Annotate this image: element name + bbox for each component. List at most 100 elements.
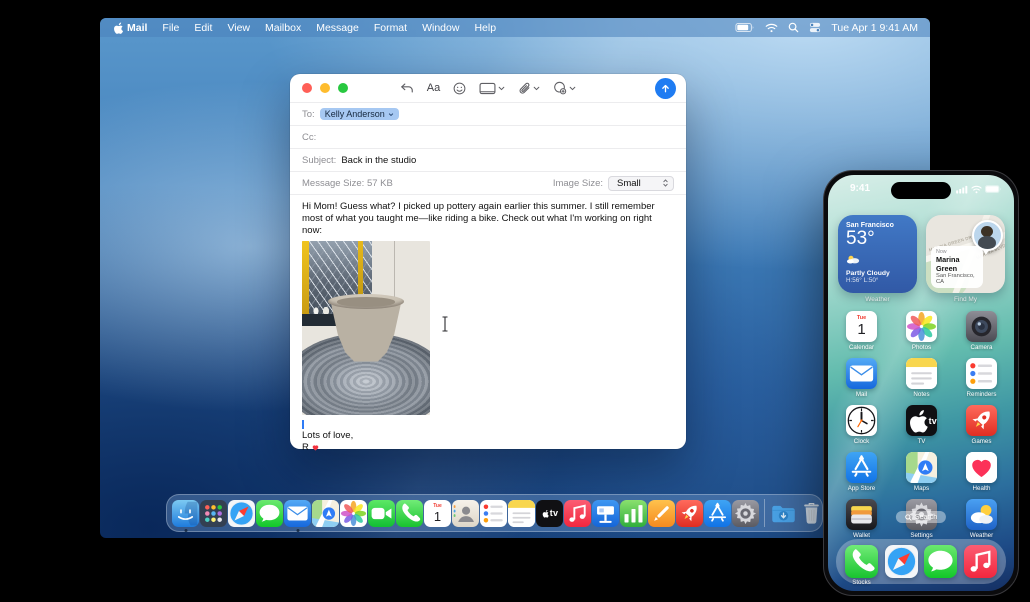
iphone-app-calendar[interactable]: Tue 1 Calendar (841, 311, 882, 358)
search-icon[interactable] (788, 22, 799, 33)
iphone-app-health[interactable]: Health (961, 452, 1002, 499)
minimize-button[interactable] (320, 83, 330, 93)
subject-field[interactable]: Subject: Back in the studio (290, 148, 686, 171)
dock-photos-icon[interactable] (340, 499, 367, 527)
message-body[interactable]: Hi Mom! Guess what? I picked up pottery … (290, 194, 686, 453)
iphone-app-camera[interactable]: Camera (961, 311, 1002, 358)
iphone-app-appstore[interactable]: App Store (841, 452, 882, 499)
menu-view[interactable]: View (227, 22, 250, 34)
dock-finder-icon[interactable] (172, 499, 199, 532)
cc-field[interactable]: Cc: (290, 125, 686, 148)
menu-mail[interactable]: Mail (127, 22, 147, 34)
dock-pages-icon[interactable] (648, 499, 675, 527)
dock-contacts-icon[interactable] (452, 499, 479, 527)
menu-message[interactable]: Message (316, 22, 359, 34)
iphone-app-games[interactable]: Games (961, 405, 1002, 452)
iphone-status-bar: 9:41 (828, 181, 1014, 199)
iphone-app-maps[interactable]: Maps (901, 452, 942, 499)
dock-music-icon[interactable] (564, 499, 591, 527)
iphone-dock (836, 539, 1006, 584)
menu-window[interactable]: Window (422, 22, 459, 34)
dock-phone-icon[interactable] (396, 499, 423, 527)
iphone-app-clock[interactable]: Clock (841, 405, 882, 452)
dock-reminders-icon[interactable] (480, 499, 507, 527)
appstore-app-icon[interactable] (846, 452, 877, 483)
dock-mail-icon[interactable] (284, 499, 311, 532)
app-label: Weather (969, 532, 994, 539)
iphone-app-notes[interactable]: Notes (901, 358, 942, 405)
dock-facetime-icon[interactable] (368, 499, 395, 527)
dock-settings-icon[interactable] (732, 499, 759, 527)
photo-browser-icon[interactable] (479, 82, 505, 95)
iphone-dock-messages-icon[interactable] (924, 545, 958, 578)
dock-calendar-icon[interactable]: Tue 1 (424, 499, 451, 527)
undo-icon[interactable] (400, 82, 414, 94)
reminders-app-icon[interactable] (966, 358, 997, 389)
format-icon[interactable]: Aa (427, 82, 440, 94)
iphone-app-mail[interactable]: Mail (841, 358, 882, 405)
games-app-icon[interactable] (966, 405, 997, 436)
calendar-app-icon[interactable]: Tue 1 (846, 311, 877, 342)
send-button[interactable] (655, 78, 676, 99)
menu-bar: Mail File Edit View Mailbox Message Format Wind… (100, 18, 930, 37)
dock-launchpad-icon[interactable] (200, 499, 227, 527)
findmy-widget[interactable]: MARINA GREEN DR MARINA BLVD Now Marina G… (926, 215, 1005, 293)
zoom-button[interactable] (338, 83, 348, 93)
health-app-icon[interactable] (966, 452, 997, 483)
mail-app-icon[interactable] (846, 358, 877, 389)
battery-icon[interactable] (735, 22, 755, 33)
image-size-select[interactable]: Small (608, 175, 674, 191)
camera-app-icon[interactable] (966, 311, 997, 342)
iphone-app-tv[interactable]: tv TV (901, 405, 942, 452)
dock-notes-icon[interactable] (508, 499, 535, 527)
dock-games-icon[interactable] (676, 499, 703, 527)
menu-bar-clock[interactable]: Tue Apr 1 9:41 AM (831, 22, 918, 34)
photos-app-icon[interactable] (906, 311, 937, 342)
weather-app-icon[interactable] (966, 499, 997, 530)
chevron-down-icon (388, 112, 393, 116)
dock-safari-icon[interactable] (228, 499, 255, 527)
emoji-icon[interactable] (453, 82, 466, 95)
iphone-app-reminders[interactable]: Reminders (961, 358, 1002, 405)
weather-widget[interactable]: San Francisco 53° Partly Cloudy H:56° L:… (838, 215, 917, 293)
weather-widget-label: Weather (865, 296, 890, 303)
menu-mailbox[interactable]: Mailbox (265, 22, 301, 34)
dock-messages-icon[interactable] (256, 499, 283, 527)
dock-appstore-icon[interactable] (704, 499, 731, 527)
recipient-token[interactable]: Kelly Anderson (319, 108, 399, 120)
dock-keynote-icon[interactable] (592, 499, 619, 527)
tv-app-icon[interactable]: tv (906, 405, 937, 436)
notes-app-icon[interactable] (906, 358, 937, 389)
dynamic-island (891, 182, 951, 199)
dock-trash-icon[interactable] (798, 500, 825, 527)
avatar-pin-pointer (983, 250, 989, 255)
wifi-icon[interactable] (765, 23, 778, 33)
dock-downloads-icon[interactable] (770, 500, 797, 527)
maps-app-icon[interactable] (906, 452, 937, 483)
to-field[interactable]: To: Kelly Anderson (290, 102, 686, 125)
clock-app-icon[interactable] (846, 405, 877, 436)
apple-menu-icon[interactable] (112, 21, 124, 34)
app-label: Notes (913, 391, 930, 398)
subject-value: Back in the studio (341, 154, 417, 166)
menu-bar-items: Mail File Edit View Mailbox Message Format Wind… (127, 22, 496, 34)
dock-numbers-icon[interactable] (620, 499, 647, 527)
dock-maps-icon[interactable] (312, 499, 339, 527)
pottery-photo-attachment[interactable] (302, 240, 430, 415)
iphone-dock-safari-icon[interactable] (884, 545, 918, 578)
iphone-app-photos[interactable]: Photos (901, 311, 942, 358)
iphone-dock-phone-icon[interactable] (845, 545, 879, 578)
insert-options-icon[interactable] (553, 81, 576, 95)
iphone-dock-music-icon[interactable] (963, 545, 997, 578)
menu-edit[interactable]: Edit (194, 22, 212, 34)
close-button[interactable] (302, 83, 312, 93)
attach-icon[interactable] (518, 82, 540, 95)
menu-help[interactable]: Help (474, 22, 496, 34)
findmy-city: San Francisco, CA (936, 273, 975, 285)
dock-tv-icon[interactable]: tv (536, 499, 563, 527)
wallet-app-icon[interactable] (846, 499, 877, 530)
menu-file[interactable]: File (162, 22, 179, 34)
control-center-icon[interactable] (809, 22, 821, 33)
menu-format[interactable]: Format (374, 22, 407, 34)
search-pill[interactable]: Search (895, 511, 947, 523)
